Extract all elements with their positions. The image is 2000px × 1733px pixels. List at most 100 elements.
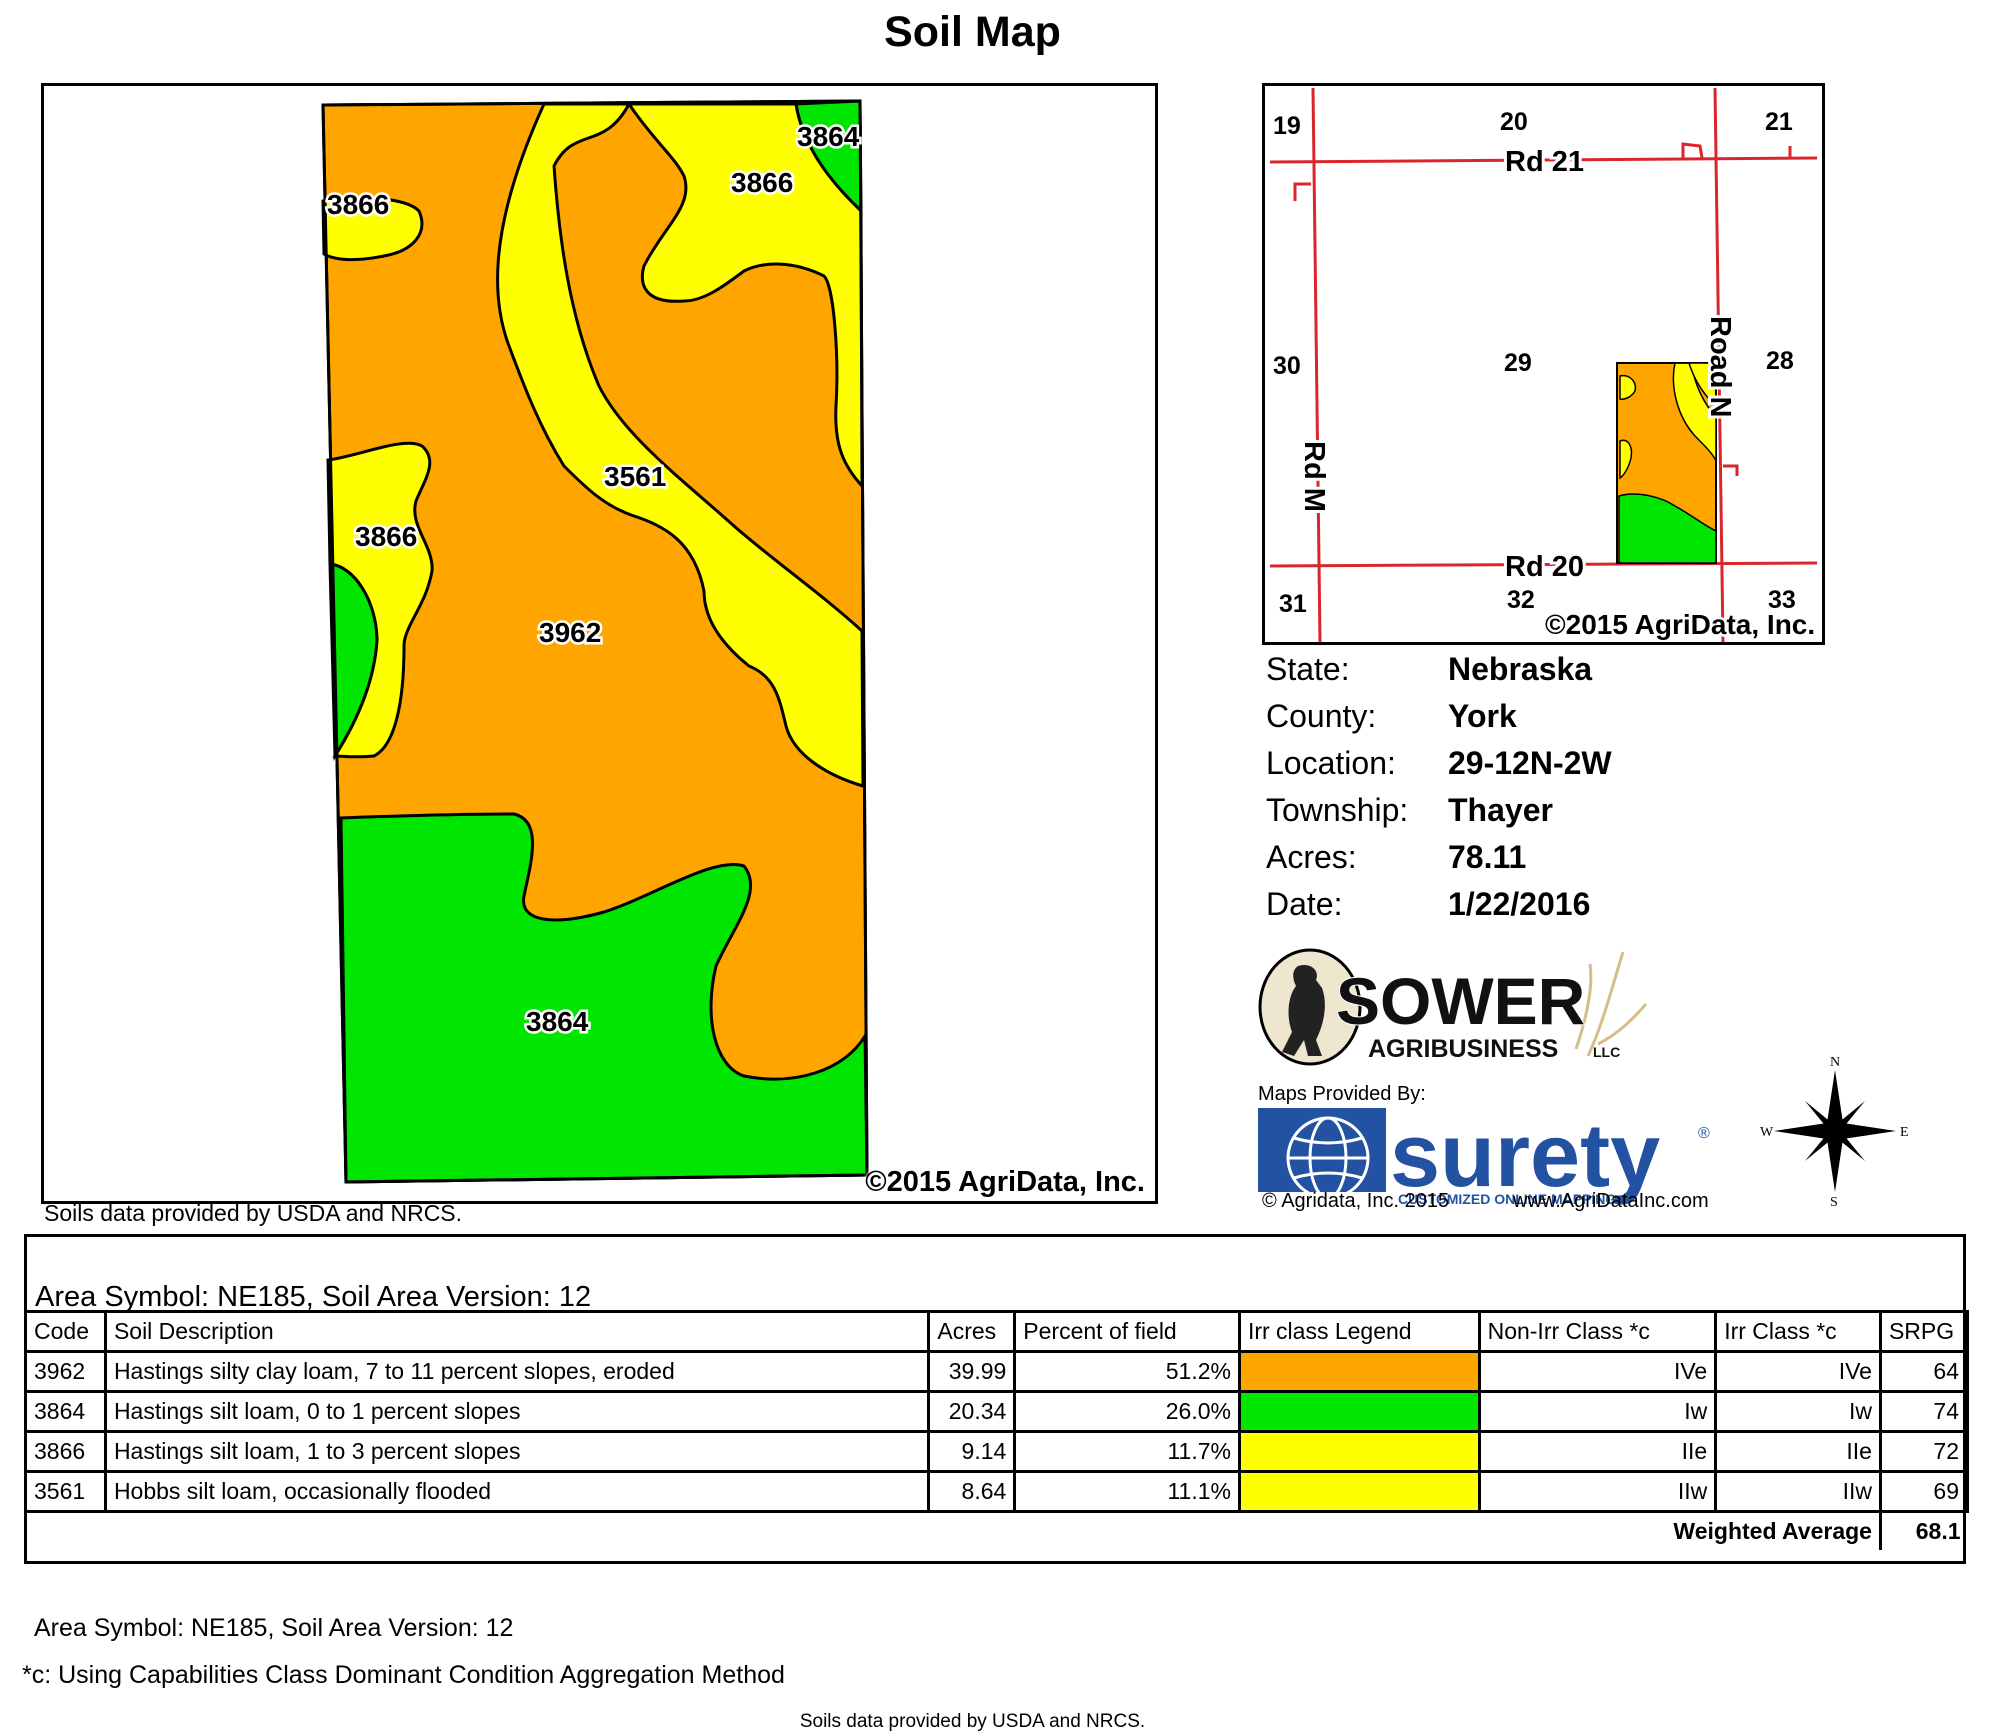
section-21: 21 — [1765, 108, 1793, 136]
info-row-state: State: Nebraska — [1266, 646, 1612, 693]
table-row: 3962 Hastings silty clay loam, 7 to 11 p… — [24, 1350, 1970, 1393]
info-label: Location: — [1266, 745, 1396, 781]
soils-data-note: Soils data provided by USDA and NRCS. — [44, 1200, 463, 1226]
road-label-rd-20: Rd 20 — [1505, 551, 1584, 583]
cell-irr: IVe — [1714, 1350, 1882, 1393]
soil-label-3866-ne: 3866 — [731, 167, 793, 198]
section-28: 28 — [1766, 347, 1794, 375]
col-header-irr: Irr Class *c — [1714, 1310, 1882, 1353]
maps-provided-by: Maps Provided By: — [1258, 1083, 1426, 1105]
sower-llc: LLC — [1593, 1044, 1620, 1060]
area-symbol-footer: Area Symbol: NE185, Soil Area Version: 1… — [34, 1614, 514, 1642]
surety-registered-mark: ® — [1698, 1125, 1710, 1142]
map-copyright: ©2015 AgriData, Inc. — [865, 1166, 1145, 1198]
weighted-average-row: Weighted Average 68.1 — [25, 1510, 1968, 1550]
info-value: Thayer — [1448, 792, 1553, 828]
cell-description: Hastings silt loam, 1 to 3 percent slope… — [103, 1430, 931, 1473]
cell-acres: 9.14 — [927, 1430, 1017, 1473]
table-row: 3866 Hastings silt loam, 1 to 3 percent … — [24, 1430, 1970, 1473]
agridata-url[interactable]: www.AgriDataInc.com — [1513, 1190, 1709, 1213]
wheat-icon — [1574, 951, 1648, 1057]
compass-rose-icon: N S W E — [1760, 1056, 1909, 1206]
info-row-date: Date: 1/22/2016 — [1266, 881, 1612, 928]
cell-srpg: 64 — [1878, 1350, 1970, 1393]
table-row: 3864 Hastings silt loam, 0 to 1 percent … — [24, 1390, 1970, 1433]
property-info: State: Nebraska County: York Location: 2… — [1266, 646, 1612, 928]
info-label: State: — [1266, 651, 1350, 687]
col-header-legend: Irr class Legend — [1237, 1310, 1481, 1353]
compass-s: S — [1830, 1195, 1838, 1206]
soil-map[interactable]: 3866 3864 3866 3561 3866 3962 3864 ©2015… — [41, 83, 1158, 1204]
soil-label-3864-south: 3864 — [526, 1006, 589, 1037]
road-label-road-n: Road N — [1704, 316, 1736, 418]
cell-percent: 11.7% — [1013, 1430, 1241, 1473]
cell-legend — [1237, 1350, 1481, 1393]
road-label-rd-m: Rd M — [1298, 441, 1330, 512]
info-value: 29-12N-2W — [1448, 745, 1612, 781]
legend-swatch — [1240, 1433, 1478, 1470]
soil-map-canvas[interactable]: 3866 3864 3866 3561 3866 3962 3864 — [44, 86, 1155, 1201]
info-label: Township: — [1266, 792, 1409, 828]
locator-map[interactable]: 19 20 21 30 29 28 31 32 33 Rd 21 Road N … — [1262, 83, 1825, 645]
cell-percent: 26.0% — [1013, 1390, 1241, 1433]
soil-table-box: Area Symbol: NE185, Soil Area Version: 1… — [24, 1234, 1970, 1564]
cell-percent: 11.1% — [1013, 1470, 1241, 1513]
section-29: 29 — [1504, 349, 1532, 377]
section-32: 32 — [1507, 586, 1535, 614]
cell-non-irr: Iw — [1477, 1390, 1718, 1433]
info-label: Acres: — [1266, 839, 1357, 875]
sower-agribusiness-logo: SOWER AGRIBUSINESS LLC — [1258, 948, 1648, 1066]
soil-label-3866-w: 3866 — [355, 521, 417, 552]
info-row-township: Township: Thayer — [1266, 787, 1612, 834]
cell-srpg: 74 — [1878, 1390, 1970, 1433]
col-header-acres: Acres — [927, 1310, 1017, 1353]
soil-label-3962: 3962 — [539, 617, 601, 648]
weighted-average-value: 68.1 — [1878, 1510, 1968, 1550]
soil-table: Code Soil Description Acres Percent of f… — [24, 1310, 1970, 1550]
section-30: 30 — [1273, 352, 1301, 380]
cell-irr: Iw — [1714, 1390, 1882, 1433]
info-row-location: Location: 29-12N-2W — [1266, 740, 1612, 787]
road-label-rd-21: Rd 21 — [1505, 146, 1584, 178]
cell-acres: 39.99 — [927, 1350, 1017, 1393]
cell-irr: IIw — [1714, 1470, 1882, 1513]
cell-code: 3561 — [24, 1470, 107, 1513]
compass-w: W — [1760, 1125, 1774, 1140]
locator-copyright: ©2015 AgriData, Inc. — [1545, 609, 1815, 640]
compass-n: N — [1830, 1056, 1840, 1070]
cell-description: Hastings silty clay loam, 7 to 11 percen… — [103, 1350, 931, 1393]
col-header-description: Soil Description — [103, 1310, 931, 1353]
soil-label-3561: 3561 — [604, 461, 666, 492]
soil-label-3866-nw: 3866 — [327, 189, 389, 220]
cell-code: 3864 — [24, 1390, 107, 1433]
info-label: Date: — [1266, 886, 1343, 922]
legend-swatch — [1240, 1353, 1478, 1390]
table-row: 3561 Hobbs silt loam, occasionally flood… — [24, 1470, 1970, 1513]
cell-non-irr: IIe — [1477, 1430, 1718, 1473]
section-19: 19 — [1273, 112, 1301, 140]
col-header-srpg: SRPG — [1878, 1310, 1970, 1353]
col-header-non-irr: Non-Irr Class *c — [1477, 1310, 1718, 1353]
cell-description: Hobbs silt loam, occasionally flooded — [103, 1470, 931, 1513]
locator-map-canvas[interactable]: 19 20 21 30 29 28 31 32 33 Rd 21 Road N … — [1265, 86, 1822, 642]
page-title: Soil Map — [884, 8, 1061, 56]
cell-acres: 20.34 — [927, 1390, 1017, 1433]
cell-srpg: 69 — [1878, 1470, 1970, 1513]
cell-description: Hastings silt loam, 0 to 1 percent slope… — [103, 1390, 931, 1433]
soil-label-3864-ne: 3864 — [797, 121, 860, 152]
info-value: 78.11 — [1448, 839, 1527, 875]
cell-legend — [1237, 1390, 1481, 1433]
capability-note: *c: Using Capabilities Class Dominant Co… — [22, 1661, 785, 1689]
info-value: Nebraska — [1448, 651, 1593, 687]
weighted-average-label: Weighted Average — [25, 1510, 1881, 1550]
sower-wordmark: SOWER — [1336, 964, 1585, 1038]
info-value: York — [1448, 698, 1517, 734]
cell-code: 3866 — [24, 1430, 107, 1473]
farm-thumbnail — [1616, 362, 1717, 564]
cell-percent: 51.2% — [1013, 1350, 1241, 1393]
cell-irr: IIe — [1714, 1430, 1882, 1473]
col-header-code: Code — [24, 1310, 107, 1353]
col-header-percent: Percent of field — [1013, 1310, 1241, 1353]
cell-legend — [1237, 1470, 1481, 1513]
table-header-row: Code Soil Description Acres Percent of f… — [24, 1310, 1970, 1353]
